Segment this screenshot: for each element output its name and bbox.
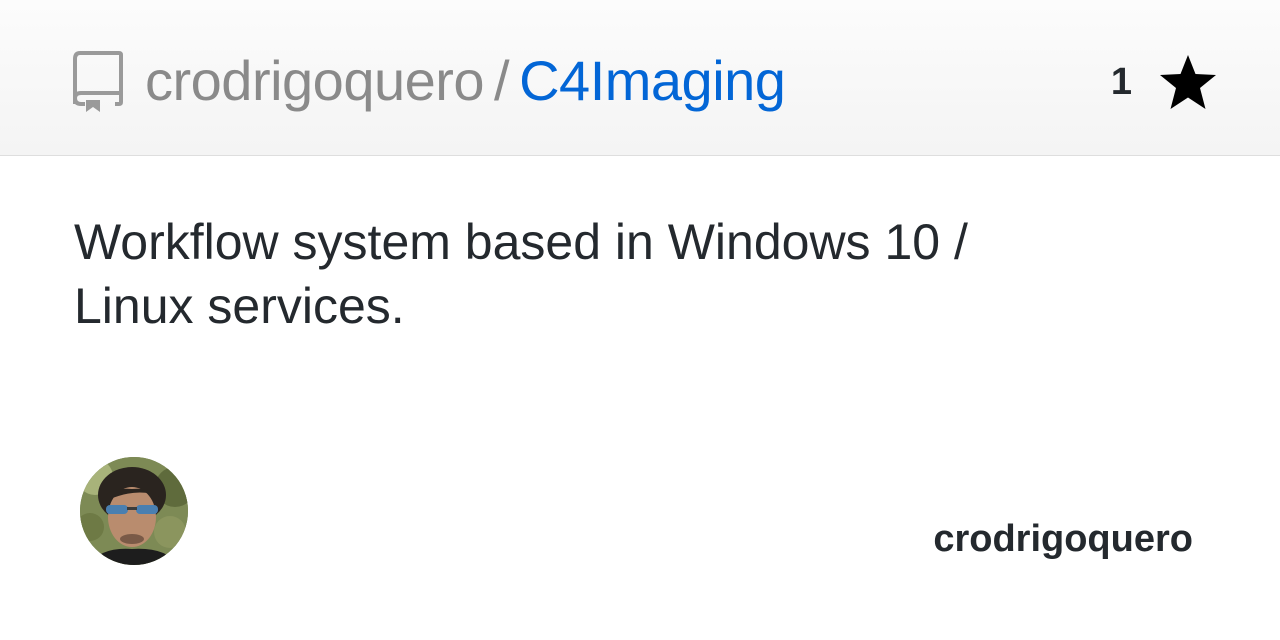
star-counter[interactable]: 1 — [1111, 50, 1218, 114]
description-line-1: Workflow system based in Windows 10 / — [74, 214, 968, 270]
title-separator: / — [494, 49, 510, 112]
avatar-photo — [80, 457, 188, 565]
avatar[interactable] — [80, 457, 188, 565]
repo-owner[interactable]: crodrigoquero — [145, 49, 485, 112]
repo-social-card: crodrigoquero / C4Imaging 1 Workflow syste… — [0, 0, 1280, 640]
repo-icon — [73, 51, 123, 112]
repo-description: Workflow system based in Windows 10 / Li… — [74, 210, 1034, 338]
description-line-2: Linux services. — [74, 278, 405, 334]
repo-name-link[interactable]: C4Imaging — [519, 49, 786, 112]
repo-title: crodrigoquero / C4Imaging — [145, 46, 786, 116]
author-username[interactable]: crodrigoquero — [933, 514, 1193, 564]
star-count: 1 — [1110, 60, 1132, 103]
star-icon — [1160, 55, 1216, 109]
card-header: crodrigoquero / C4Imaging 1 — [0, 0, 1280, 156]
